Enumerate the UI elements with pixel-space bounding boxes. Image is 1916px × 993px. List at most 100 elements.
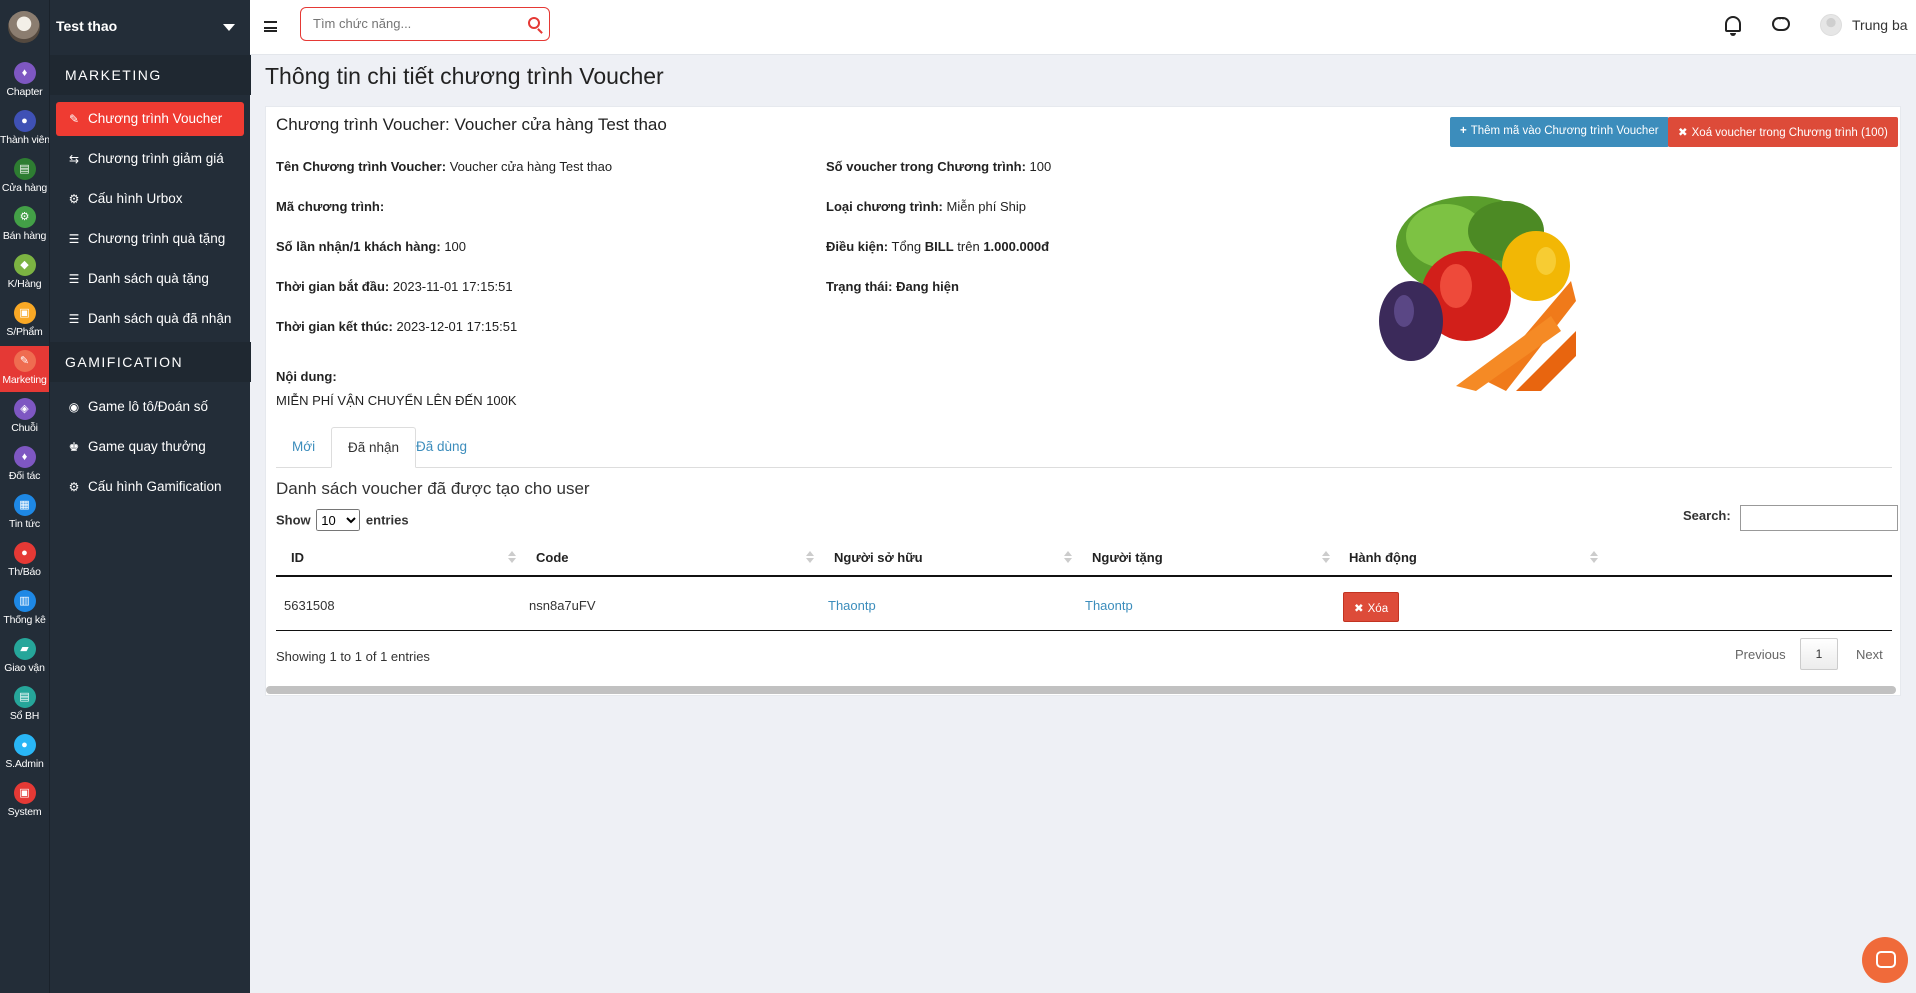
sort-icon[interactable] [1590,551,1598,563]
cell-giver-link[interactable]: Thaontp [1085,598,1133,613]
menu-item-urbox-config[interactable]: ⚙ Cấu hình Urbox [56,182,244,216]
statistics-icon: ▥ [13,590,36,612]
voucher-image [1376,191,1576,391]
pagination-next[interactable]: Next [1856,647,1883,662]
rail-item-customers[interactable]: ◆ K/Hàng [0,250,49,296]
members-icon: ● [13,110,36,132]
user-avatar[interactable] [1820,14,1842,36]
menu-item-received-gifts[interactable]: ☰ Danh sách quà đã nhận [56,302,244,336]
marketing-icon: ✎ [13,350,36,372]
notification-icon: ● [13,542,36,564]
horizontal-scrollbar[interactable] [266,686,1896,694]
vegetables-illustration [1379,196,1576,391]
sort-icon[interactable] [1064,551,1072,563]
sidebar-menu: Test thao MARKETING ✎ Chương trình Vouche… [49,0,251,993]
rail-item-system[interactable]: ▣ System [0,778,49,824]
tab-new[interactable]: Mới [276,427,331,468]
list-title: Danh sách voucher đã được tạo cho user [276,479,590,498]
menu-item-gift-list[interactable]: ☰ Danh sách quà tặng [56,262,244,296]
sort-icon[interactable] [508,551,516,563]
gamepad-icon: ◉ [68,400,80,414]
search-input[interactable] [313,16,513,31]
store-icon: ▤ [13,158,36,180]
rail-item-chain[interactable]: ◈ Chuỗi [0,394,49,440]
field-program-name: Tên Chương trình Voucher: Voucher cửa hà… [276,159,613,174]
rail-item-members[interactable]: ● Thành viên [0,106,50,152]
feature-search [300,7,550,41]
menu-item-lotto-game[interactable]: ◉ Game lô tô/Đoán số [56,390,244,424]
tab-used[interactable]: Đã dùng [400,427,483,468]
sales-icon: ⚙ [13,206,36,228]
rail-item-store[interactable]: ▤ Cửa hàng [0,154,49,200]
rail-item-chapter[interactable]: ♦ Chapter [0,58,49,104]
customers-icon: ◆ [13,254,36,276]
rail-item-statistics[interactable]: ▥ Thống kê [0,586,49,632]
column-code[interactable]: Code [536,550,569,565]
field-program-code: Mã chương trình: [276,199,385,214]
chevron-down-icon[interactable] [223,24,235,31]
close-icon: ✖ [1354,603,1364,615]
close-icon: ✖ [1678,127,1688,139]
user-name[interactable]: Trung ba [1852,17,1908,33]
ticket-icon: ✎ [68,112,80,126]
column-action[interactable]: Hành động [1349,550,1417,565]
rail-item-partners[interactable]: ♦ Đối tác [0,442,49,488]
voucher-tabs: Mới Đã nhận Đã dùng [276,427,1892,468]
menu-section-marketing: MARKETING [50,55,251,95]
rail-item-sales-book[interactable]: ▤ Sổ BH [0,682,49,728]
trophy-icon: ♚ [68,440,80,454]
table-row: 5631508 nsn8a7uFV Thaontp Thaontp ✖ Xóa [276,579,1892,631]
pagination-page-1[interactable]: 1 [1800,638,1838,670]
add-code-button[interactable]: + Thêm mã vào Chương trình Voucher [1450,117,1669,147]
top-bar: Trung ba [250,0,1916,55]
delete-row-button[interactable]: ✖ Xóa [1343,592,1399,622]
list-icon: ☰ [68,272,80,286]
sort-icon[interactable] [806,551,814,563]
menu-item-voucher-program[interactable]: ✎ Chương trình Voucher [56,102,244,136]
table-search-input[interactable] [1740,505,1898,531]
rail-item-marketing[interactable]: ✎ Marketing [0,346,49,392]
rail-item-notifications[interactable]: ● Th/Báo [0,538,49,584]
menu-item-gift-program[interactable]: ☰ Chương trình quà tặng [56,222,244,256]
menu-item-discount-program[interactable]: ⇆ Chương trình giảm giá [56,142,244,176]
rail-item-news[interactable]: ▦ Tin tức [0,490,49,536]
chapter-icon: ♦ [13,62,36,84]
sort-icon[interactable] [1322,551,1330,563]
shop-name: Test thao [56,18,118,34]
gear-icon: ⚙ [68,192,80,206]
rail-item-shipping[interactable]: ▰ Giao vận [0,634,49,680]
delete-all-vouchers-button[interactable]: ✖ Xoá voucher trong Chương trình (100) [1668,117,1898,147]
page-length-control: Show 10 entries [276,509,409,531]
column-owner[interactable]: Người sở hữu [834,550,923,565]
field-start-time: Thời gian bắt đầu: 2023-11-01 17:15:51 [276,279,513,294]
hamburger-menu-icon[interactable] [264,21,277,32]
chat-icon[interactable] [1772,11,1790,31]
tags-icon: ⇆ [68,152,80,166]
cell-code: nsn8a7uFV [529,598,596,613]
shop-avatar[interactable] [8,11,40,43]
support-chat-icon[interactable] [1862,937,1908,983]
search-icon[interactable] [528,17,540,29]
pagination-previous[interactable]: Previous [1735,647,1786,662]
column-giver[interactable]: Người tặng [1092,550,1163,565]
page-title: Thông tin chi tiết chương trình Voucher [265,63,664,89]
rail-item-products[interactable]: ▣ S/Phẩm [0,298,49,344]
cell-owner-link[interactable]: Thaontp [828,598,876,613]
plus-icon: + [1460,125,1467,137]
gear-icon: ⚙ [68,480,80,494]
field-status: Trạng thái: Đang hiện [826,279,959,294]
rail-item-super-admin[interactable]: ● S.Admin [0,730,49,776]
cell-id: 5631508 [284,598,335,613]
system-icon: ▣ [13,782,36,804]
field-voucher-count: Số voucher trong Chương trình: 100 [826,159,1052,174]
chain-icon: ◈ [13,398,36,420]
menu-item-spin-game[interactable]: ♚ Game quay thưởng [56,430,244,464]
page-length-select[interactable]: 10 [316,509,361,531]
products-icon: ▣ [13,302,36,324]
column-id[interactable]: ID [291,550,304,565]
field-condition: Điều kiện: Tổng BILL trên 1.000.000đ [826,239,1050,254]
table-search: Search: [1683,505,1898,531]
menu-item-gamification-config[interactable]: ⚙ Cấu hình Gamification [56,470,244,504]
bell-icon[interactable] [1725,16,1741,36]
rail-item-sales[interactable]: ⚙ Bán hàng [0,202,49,248]
